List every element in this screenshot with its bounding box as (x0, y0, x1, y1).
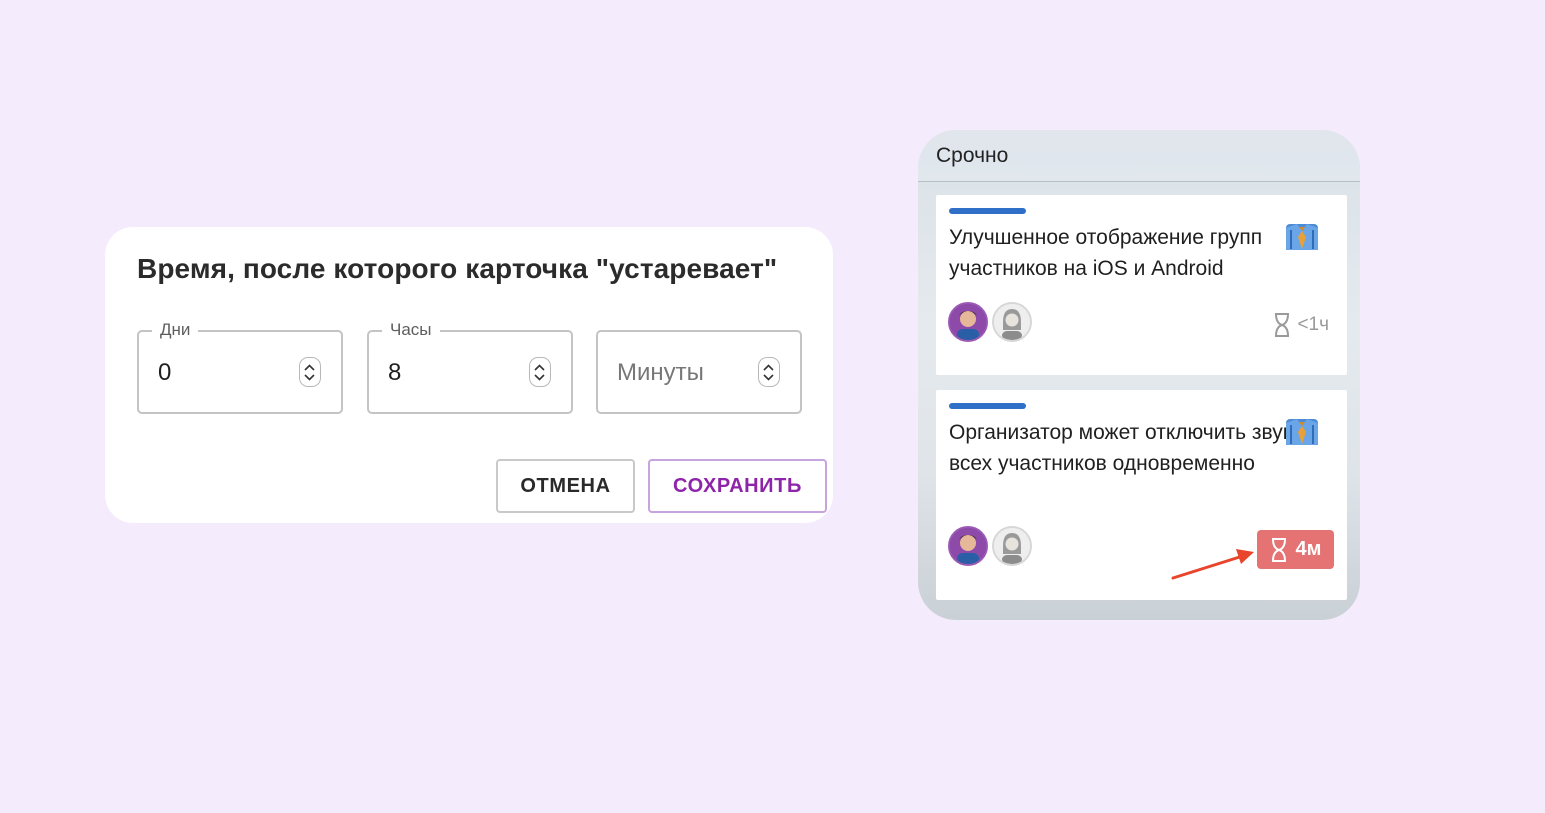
avatar[interactable] (992, 302, 1032, 342)
overdue-timer-badge: 4м (1257, 530, 1334, 569)
chevron-down-icon[interactable] (534, 374, 545, 381)
days-field-label: Дни (152, 320, 199, 340)
hours-field-value[interactable]: 8 (388, 359, 401, 387)
card-label-bar (949, 208, 1026, 214)
days-field[interactable]: Дни 0 (137, 320, 343, 414)
card-title: Улучшенное отображение групп участников … (949, 226, 1263, 280)
avatar[interactable] (992, 526, 1032, 566)
task-card[interactable]: Организатор может отключить звук у всех … (936, 390, 1347, 600)
card-title: Организатор может отключить звук у всех … (949, 421, 1309, 475)
card-label-bar (949, 403, 1026, 409)
annotation-arrow-icon (1171, 549, 1254, 580)
hours-stepper[interactable] (529, 357, 551, 387)
avatar[interactable] (948, 526, 988, 566)
dialog-title: Время, после которого карточка "устарева… (137, 253, 778, 284)
days-field-value[interactable]: 0 (158, 359, 171, 387)
column-header: Срочно (918, 130, 1360, 182)
expiry-time-dialog: Время, после которого карточка "устарева… (105, 227, 833, 523)
card-timer-value: <1ч (1297, 314, 1329, 335)
minutes-field[interactable]: Минуты (596, 330, 802, 414)
column-title: Срочно (936, 144, 1009, 167)
days-stepper[interactable] (299, 357, 321, 387)
minutes-stepper[interactable] (758, 357, 780, 387)
chevron-up-icon[interactable] (304, 364, 315, 371)
avatar[interactable] (948, 302, 988, 342)
board-column: Срочно Улучшенное отображение групп учас… (918, 130, 1360, 620)
hourglass-icon (1271, 537, 1286, 562)
chevron-up-icon[interactable] (763, 364, 774, 371)
overdue-timer-value: 4м (1295, 538, 1322, 560)
minutes-field-placeholder[interactable]: Минуты (617, 359, 704, 387)
save-button[interactable]: СОХРАНИТЬ (648, 459, 827, 513)
hours-field-label: Часы (382, 320, 440, 340)
hourglass-icon (1275, 313, 1290, 337)
necktie-icon (1286, 419, 1318, 445)
chevron-down-icon[interactable] (763, 374, 774, 381)
chevron-down-icon[interactable] (304, 374, 315, 381)
card-timer: <1ч (1273, 313, 1329, 337)
cancel-button[interactable]: ОТМЕНА (496, 459, 635, 513)
necktie-icon (1286, 224, 1318, 250)
hours-field[interactable]: Часы 8 (367, 320, 573, 414)
chevron-up-icon[interactable] (534, 364, 545, 371)
task-card[interactable]: Улучшенное отображение групп участников … (936, 195, 1347, 375)
